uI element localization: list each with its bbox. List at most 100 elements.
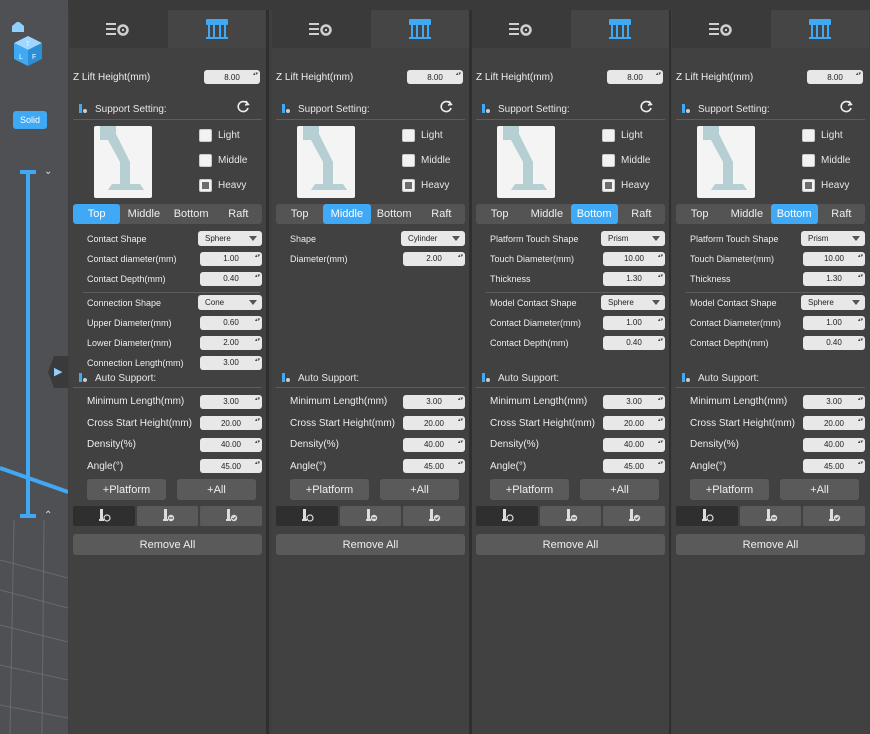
auto-field-spinbox[interactable]: 40.00 bbox=[200, 437, 262, 452]
tab-middle[interactable]: Middle bbox=[120, 204, 167, 224]
auto-field-spinbox[interactable]: 40.00 bbox=[603, 437, 665, 452]
tab-top[interactable]: Top bbox=[276, 204, 323, 224]
solid-view-button[interactable]: Solid bbox=[13, 111, 47, 129]
auto-field-spinbox[interactable]: 20.00 bbox=[803, 416, 865, 430]
density-option-light[interactable]: Light bbox=[402, 129, 443, 142]
auto-field-spinbox[interactable]: 45.00 bbox=[200, 459, 262, 473]
field-spinbox[interactable]: 10.00 bbox=[603, 251, 665, 266]
density-option-heavy[interactable]: Heavy bbox=[199, 179, 246, 192]
field-spinbox[interactable]: 1.30 bbox=[803, 271, 865, 286]
tab-raft[interactable]: Raft bbox=[818, 204, 865, 224]
refresh-icon[interactable] bbox=[440, 100, 453, 113]
auto-field-spinbox[interactable]: 40.00 bbox=[803, 437, 865, 452]
density-option-heavy[interactable]: Heavy bbox=[802, 179, 849, 192]
check-support-tool[interactable] bbox=[603, 506, 666, 526]
tab-raft[interactable]: Raft bbox=[418, 204, 465, 224]
add-support-tool[interactable] bbox=[276, 506, 338, 526]
auto-field-spinbox[interactable]: 45.00 bbox=[603, 459, 665, 473]
tab-middle[interactable]: Middle bbox=[723, 204, 770, 224]
checkbox[interactable] bbox=[402, 179, 415, 192]
density-option-middle[interactable]: Middle bbox=[199, 154, 247, 167]
refresh-icon[interactable] bbox=[640, 100, 653, 113]
remove-support-tool[interactable] bbox=[136, 506, 199, 526]
checkbox[interactable] bbox=[402, 154, 415, 167]
auto-field-spinbox[interactable]: 40.00 bbox=[403, 437, 465, 452]
remove-support-tool[interactable] bbox=[339, 506, 402, 526]
add-support-tool[interactable] bbox=[73, 506, 135, 526]
auto-field-spinbox[interactable]: 3.00 bbox=[803, 394, 865, 409]
checkbox[interactable] bbox=[199, 179, 212, 192]
field-spinbox[interactable]: 0.40 bbox=[200, 271, 262, 286]
add-platform-button[interactable]: +Platform bbox=[87, 479, 166, 500]
tab-support[interactable] bbox=[370, 10, 469, 48]
density-option-middle[interactable]: Middle bbox=[802, 154, 850, 167]
field-spinbox[interactable]: 10.00 bbox=[803, 251, 865, 266]
tab-settings[interactable] bbox=[69, 10, 168, 48]
add-all-button[interactable]: +All bbox=[177, 479, 256, 500]
auto-field-spinbox[interactable]: 45.00 bbox=[403, 459, 465, 473]
z-lift-input[interactable]: 8.00 bbox=[807, 70, 863, 84]
z-lift-input[interactable]: 8.00 bbox=[607, 70, 663, 84]
checkbox[interactable] bbox=[602, 154, 615, 167]
field-dropdown[interactable]: Cylinder bbox=[401, 231, 465, 246]
tab-support[interactable] bbox=[770, 10, 869, 48]
check-support-tool[interactable] bbox=[803, 506, 866, 526]
density-option-light[interactable]: Light bbox=[802, 129, 843, 142]
auto-field-spinbox[interactable]: 3.00 bbox=[200, 394, 262, 409]
tab-support[interactable] bbox=[570, 10, 669, 48]
check-support-tool[interactable] bbox=[200, 506, 263, 526]
field-spinbox[interactable]: 3.00 bbox=[200, 355, 262, 370]
field-spinbox[interactable]: 1.00 bbox=[803, 315, 865, 330]
field-spinbox[interactable]: 0.40 bbox=[803, 335, 865, 350]
tab-raft[interactable]: Raft bbox=[215, 204, 262, 224]
tab-settings[interactable] bbox=[672, 10, 771, 48]
field-dropdown[interactable]: Sphere bbox=[198, 231, 262, 246]
auto-field-spinbox[interactable]: 3.00 bbox=[403, 394, 465, 409]
add-support-tool[interactable] bbox=[676, 506, 738, 526]
density-option-light[interactable]: Light bbox=[199, 129, 240, 142]
layer-slider-bottom-handle[interactable] bbox=[20, 514, 36, 518]
auto-field-spinbox[interactable]: 3.00 bbox=[603, 394, 665, 409]
field-spinbox[interactable]: 2.00 bbox=[403, 251, 465, 266]
add-support-tool[interactable] bbox=[476, 506, 538, 526]
tab-bottom[interactable]: Bottom bbox=[168, 204, 215, 224]
field-spinbox[interactable]: 2.00 bbox=[200, 335, 262, 350]
density-option-middle[interactable]: Middle bbox=[602, 154, 650, 167]
field-dropdown[interactable]: Prism bbox=[601, 231, 665, 246]
tab-bottom[interactable]: Bottom bbox=[570, 204, 618, 224]
density-option-middle[interactable]: Middle bbox=[402, 154, 450, 167]
refresh-icon[interactable] bbox=[237, 100, 250, 113]
field-dropdown[interactable]: Prism bbox=[801, 231, 865, 246]
tab-bottom[interactable]: Bottom bbox=[770, 204, 818, 224]
checkbox[interactable] bbox=[802, 154, 815, 167]
add-all-button[interactable]: +All bbox=[580, 479, 659, 500]
auto-field-spinbox[interactable]: 20.00 bbox=[403, 416, 465, 430]
checkbox[interactable] bbox=[402, 129, 415, 142]
tab-top[interactable]: Top bbox=[73, 204, 121, 224]
checkbox[interactable] bbox=[602, 129, 615, 142]
remove-support-tool[interactable] bbox=[739, 506, 802, 526]
add-all-button[interactable]: +All bbox=[380, 479, 459, 500]
checkbox[interactable] bbox=[199, 154, 212, 167]
tab-middle[interactable]: Middle bbox=[523, 204, 570, 224]
field-dropdown[interactable]: Cone bbox=[198, 295, 262, 310]
add-platform-button[interactable]: +Platform bbox=[690, 479, 769, 500]
chevron-up-icon[interactable]: ⌃ bbox=[44, 510, 52, 521]
remove-all-button[interactable]: Remove All bbox=[73, 534, 262, 555]
density-option-heavy[interactable]: Heavy bbox=[602, 179, 649, 192]
tab-settings[interactable] bbox=[272, 10, 371, 48]
tab-middle[interactable]: Middle bbox=[323, 204, 371, 224]
tab-top[interactable]: Top bbox=[676, 204, 723, 224]
checkbox[interactable] bbox=[602, 179, 615, 192]
density-option-heavy[interactable]: Heavy bbox=[402, 179, 449, 192]
field-spinbox[interactable]: 1.30 bbox=[603, 271, 665, 286]
tab-settings[interactable] bbox=[472, 10, 571, 48]
checkbox[interactable] bbox=[199, 129, 212, 142]
field-spinbox[interactable]: 1.00 bbox=[603, 315, 665, 330]
field-dropdown[interactable]: Sphere bbox=[601, 295, 665, 310]
auto-field-spinbox[interactable]: 45.00 bbox=[803, 459, 865, 473]
check-support-tool[interactable] bbox=[403, 506, 466, 526]
view-cube-icon[interactable]: L F T bbox=[8, 22, 48, 68]
tab-top[interactable]: Top bbox=[476, 204, 523, 224]
refresh-icon[interactable] bbox=[840, 100, 853, 113]
